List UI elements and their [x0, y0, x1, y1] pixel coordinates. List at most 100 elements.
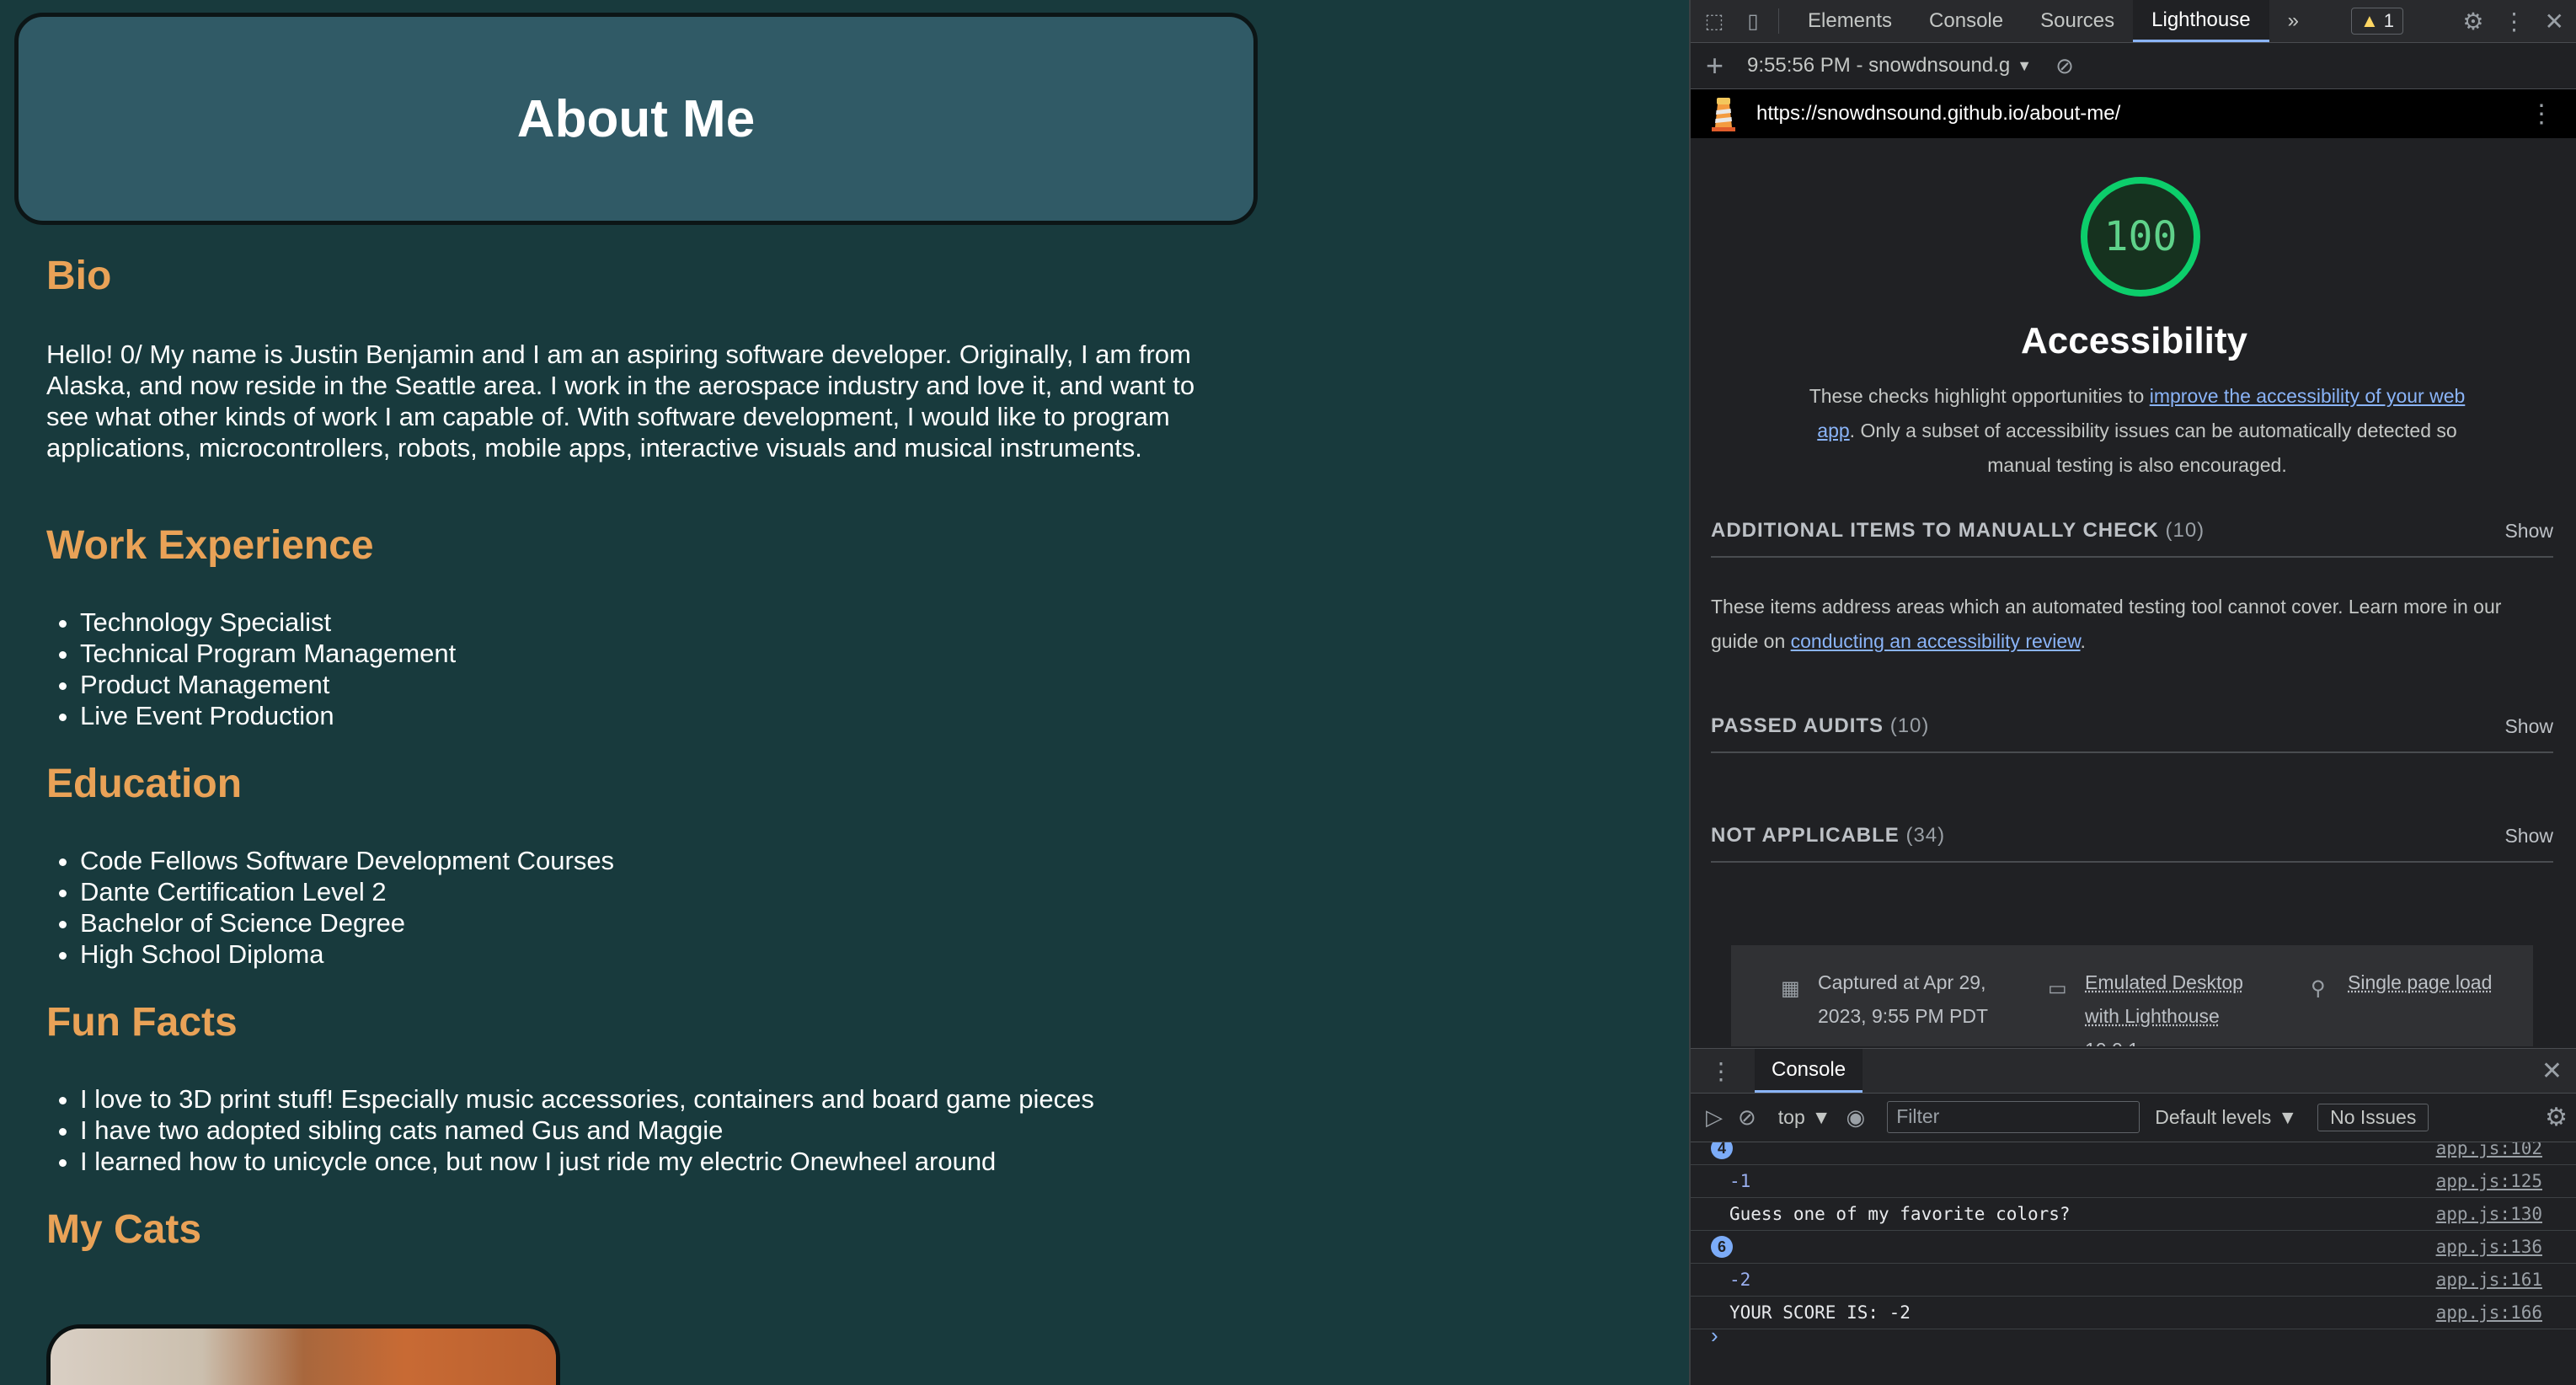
manual-check-note: These items address areas which an autom…: [1711, 590, 2553, 659]
source-link[interactable]: app.js:102: [2436, 1142, 2542, 1158]
list-item: Bachelor of Science Degree: [80, 907, 614, 938]
list-item: I love to 3D print stuff! Especially mus…: [80, 1083, 1094, 1115]
group-title-text: NOT APPLICABLE: [1711, 824, 1900, 847]
score-value: 100: [2103, 213, 2178, 260]
passed-audits-group[interactable]: PASSED AUDITS (10) Show: [1711, 701, 2553, 753]
inspect-element-icon[interactable]: ⬚: [1699, 6, 1729, 36]
report-footer: ▦ Captured at Apr 29, 2023, 9:55 PM PDT …: [1731, 945, 2533, 1046]
tab-lighthouse[interactable]: Lighthouse: [2133, 0, 2269, 42]
devtools-tab-bar: ⬚ ▯ Elements Console Sources Lighthouse …: [1691, 0, 2576, 43]
about-me-page: About Me Bio Hello! 0/ My name is Justin…: [0, 0, 1689, 1385]
show-button[interactable]: Show: [2504, 520, 2553, 543]
sidebar-toggle-icon[interactable]: ▷: [1706, 1104, 1723, 1131]
group-title-text: ADDITIONAL ITEMS TO MANUALLY CHECK: [1711, 519, 2159, 542]
bio-heading: Bio: [46, 254, 112, 298]
source-link[interactable]: app.js:125: [2436, 1171, 2542, 1191]
console-message: Guess one of my favorite colors? app.js:…: [1691, 1198, 2576, 1231]
close-drawer-icon[interactable]: ✕: [2541, 1056, 2563, 1086]
source-link[interactable]: app.js:136: [2436, 1237, 2542, 1257]
close-icon[interactable]: ✕: [2545, 8, 2564, 35]
laptop-icon: ▭: [2048, 977, 2067, 1000]
description-text: These checks highlight opportunities to: [1809, 385, 2150, 407]
source-link[interactable]: app.js:166: [2436, 1302, 2542, 1323]
repeat-count-badge: 6: [1711, 1236, 1733, 1258]
console-message-text: YOUR SCORE IS: -2: [1729, 1302, 1911, 1323]
list-item: Code Fellows Software Development Course…: [80, 845, 614, 876]
report-selector[interactable]: 9:55:56 PM - snowdnsound.g: [1747, 54, 2010, 78]
lighthouse-toolbar: + 9:55:56 PM - snowdnsound.g ▼ ⊘: [1691, 43, 2576, 89]
header-banner: About Me: [14, 13, 1258, 225]
education-list: Code Fellows Software Development Course…: [46, 845, 614, 970]
repeat-count-badge: 4: [1711, 1142, 1733, 1159]
report-url[interactable]: https://snowdnsound.github.io/about-me/: [1756, 102, 2120, 126]
console-settings-icon[interactable]: ⚙: [2545, 1103, 2568, 1132]
group-title-text: PASSED AUDITS: [1711, 714, 1884, 737]
calendar-icon: ▦: [1781, 977, 1800, 1000]
single-page-load-text: Single page load: [2348, 971, 2493, 993]
report-url-bar: https://snowdnsound.github.io/about-me/ …: [1691, 89, 2576, 138]
fun-facts-heading: Fun Facts: [46, 1000, 238, 1045]
captured-at-text: Captured at Apr 29, 2023, 9:55 PM PDT: [1818, 971, 1988, 1027]
emulated-desktop[interactable]: ▭ Emulated Desktop with Lighthouse 10.0.…: [2048, 965, 2270, 1046]
source-link[interactable]: app.js:161: [2436, 1270, 2542, 1290]
lighthouse-logo-icon: [1712, 98, 1735, 131]
cat-photo-frame: [46, 1324, 560, 1385]
single-page-load[interactable]: ⚲ Single page load: [2311, 965, 2533, 1000]
console-message-text: -2: [1729, 1270, 1751, 1290]
tab-elements[interactable]: Elements: [1789, 0, 1911, 42]
work-experience-list: Technology Specialist Technical Program …: [46, 607, 456, 731]
list-item: High School Diploma: [80, 938, 614, 970]
group-title: NOT APPLICABLE (34): [1711, 824, 1945, 848]
console-message-text: -1: [1729, 1171, 1751, 1191]
clear-console-icon[interactable]: ⊘: [1738, 1104, 1756, 1131]
show-button[interactable]: Show: [2504, 715, 2553, 738]
live-expression-icon[interactable]: ◉: [1846, 1104, 1866, 1131]
gear-icon[interactable]: ⚙: [2462, 8, 2483, 35]
my-cats-heading: My Cats: [46, 1207, 202, 1252]
device-toolbar-icon[interactable]: ▯: [1738, 6, 1768, 36]
group-title: ADDITIONAL ITEMS TO MANUALLY CHECK (10): [1711, 519, 2205, 543]
new-report-icon[interactable]: +: [1706, 48, 1724, 83]
chevron-down-icon[interactable]: ▼: [2017, 57, 2032, 75]
console-message: 4 app.js:102: [1691, 1142, 2576, 1165]
drawer-menu-icon[interactable]: ⋮: [1709, 1057, 1733, 1085]
warnings-badge[interactable]: ▲ 1: [2350, 8, 2403, 35]
warning-count: 1: [2383, 10, 2394, 31]
tab-console-drawer[interactable]: Console: [1755, 1049, 1863, 1093]
context-selector[interactable]: top ▼: [1778, 1106, 1831, 1129]
education-heading: Education: [46, 762, 243, 806]
group-count: (34): [1905, 824, 1946, 847]
throttling-icon: ⚲: [2311, 977, 2326, 1000]
log-levels-dropdown[interactable]: Default levels ▼: [2155, 1106, 2297, 1129]
devtools-panel: ⬚ ▯ Elements Console Sources Lighthouse …: [1689, 0, 2576, 1385]
console-log-area: 4 app.js:102 -1 app.js:125 Guess one of …: [1691, 1142, 2576, 1385]
category-title: Accessibility: [2020, 320, 2248, 361]
list-item: I have two adopted sibling cats named Gu…: [80, 1115, 1094, 1146]
clear-reports-icon[interactable]: ⊘: [2055, 53, 2074, 79]
chevron-down-icon: ▼: [1811, 1105, 1831, 1128]
manual-note-text: .: [2080, 630, 2086, 652]
console-message-text: Guess one of my favorite colors?: [1729, 1204, 2071, 1224]
show-button[interactable]: Show: [2504, 825, 2553, 848]
console-prompt[interactable]: ›: [1711, 1323, 1718, 1349]
warning-icon: ▲: [2360, 10, 2379, 31]
more-tabs-button[interactable]: »: [2269, 0, 2317, 42]
accessibility-review-link[interactable]: conducting an accessibility review: [1791, 630, 2081, 652]
source-link[interactable]: app.js:130: [2436, 1204, 2542, 1224]
issues-button[interactable]: No Issues: [2317, 1103, 2429, 1131]
report-menu-icon[interactable]: ⋮: [2529, 99, 2554, 129]
filter-input[interactable]: Filter: [1887, 1101, 2140, 1133]
group-title: PASSED AUDITS (10): [1711, 714, 1929, 738]
tab-console[interactable]: Console: [1911, 0, 2022, 42]
console-drawer-header: ⋮ Console ✕: [1691, 1048, 2576, 1094]
list-item: Live Event Production: [80, 700, 456, 731]
console-message: -1 app.js:125: [1691, 1165, 2576, 1198]
category-description: These checks highlight opportunities to …: [1800, 379, 2474, 483]
fun-facts-list: I love to 3D print stuff! Especially mus…: [46, 1083, 1094, 1177]
console-message: YOUR SCORE IS: -2 app.js:166: [1691, 1297, 2576, 1329]
not-applicable-group[interactable]: NOT APPLICABLE (34) Show: [1711, 810, 2553, 863]
manual-check-group[interactable]: ADDITIONAL ITEMS TO MANUALLY CHECK (10) …: [1711, 505, 2553, 558]
more-options-icon[interactable]: ⋮: [2503, 8, 2526, 35]
tab-sources[interactable]: Sources: [2022, 0, 2133, 42]
devtools-toolbar-right: ⚙ ⋮ ✕: [2462, 8, 2576, 35]
